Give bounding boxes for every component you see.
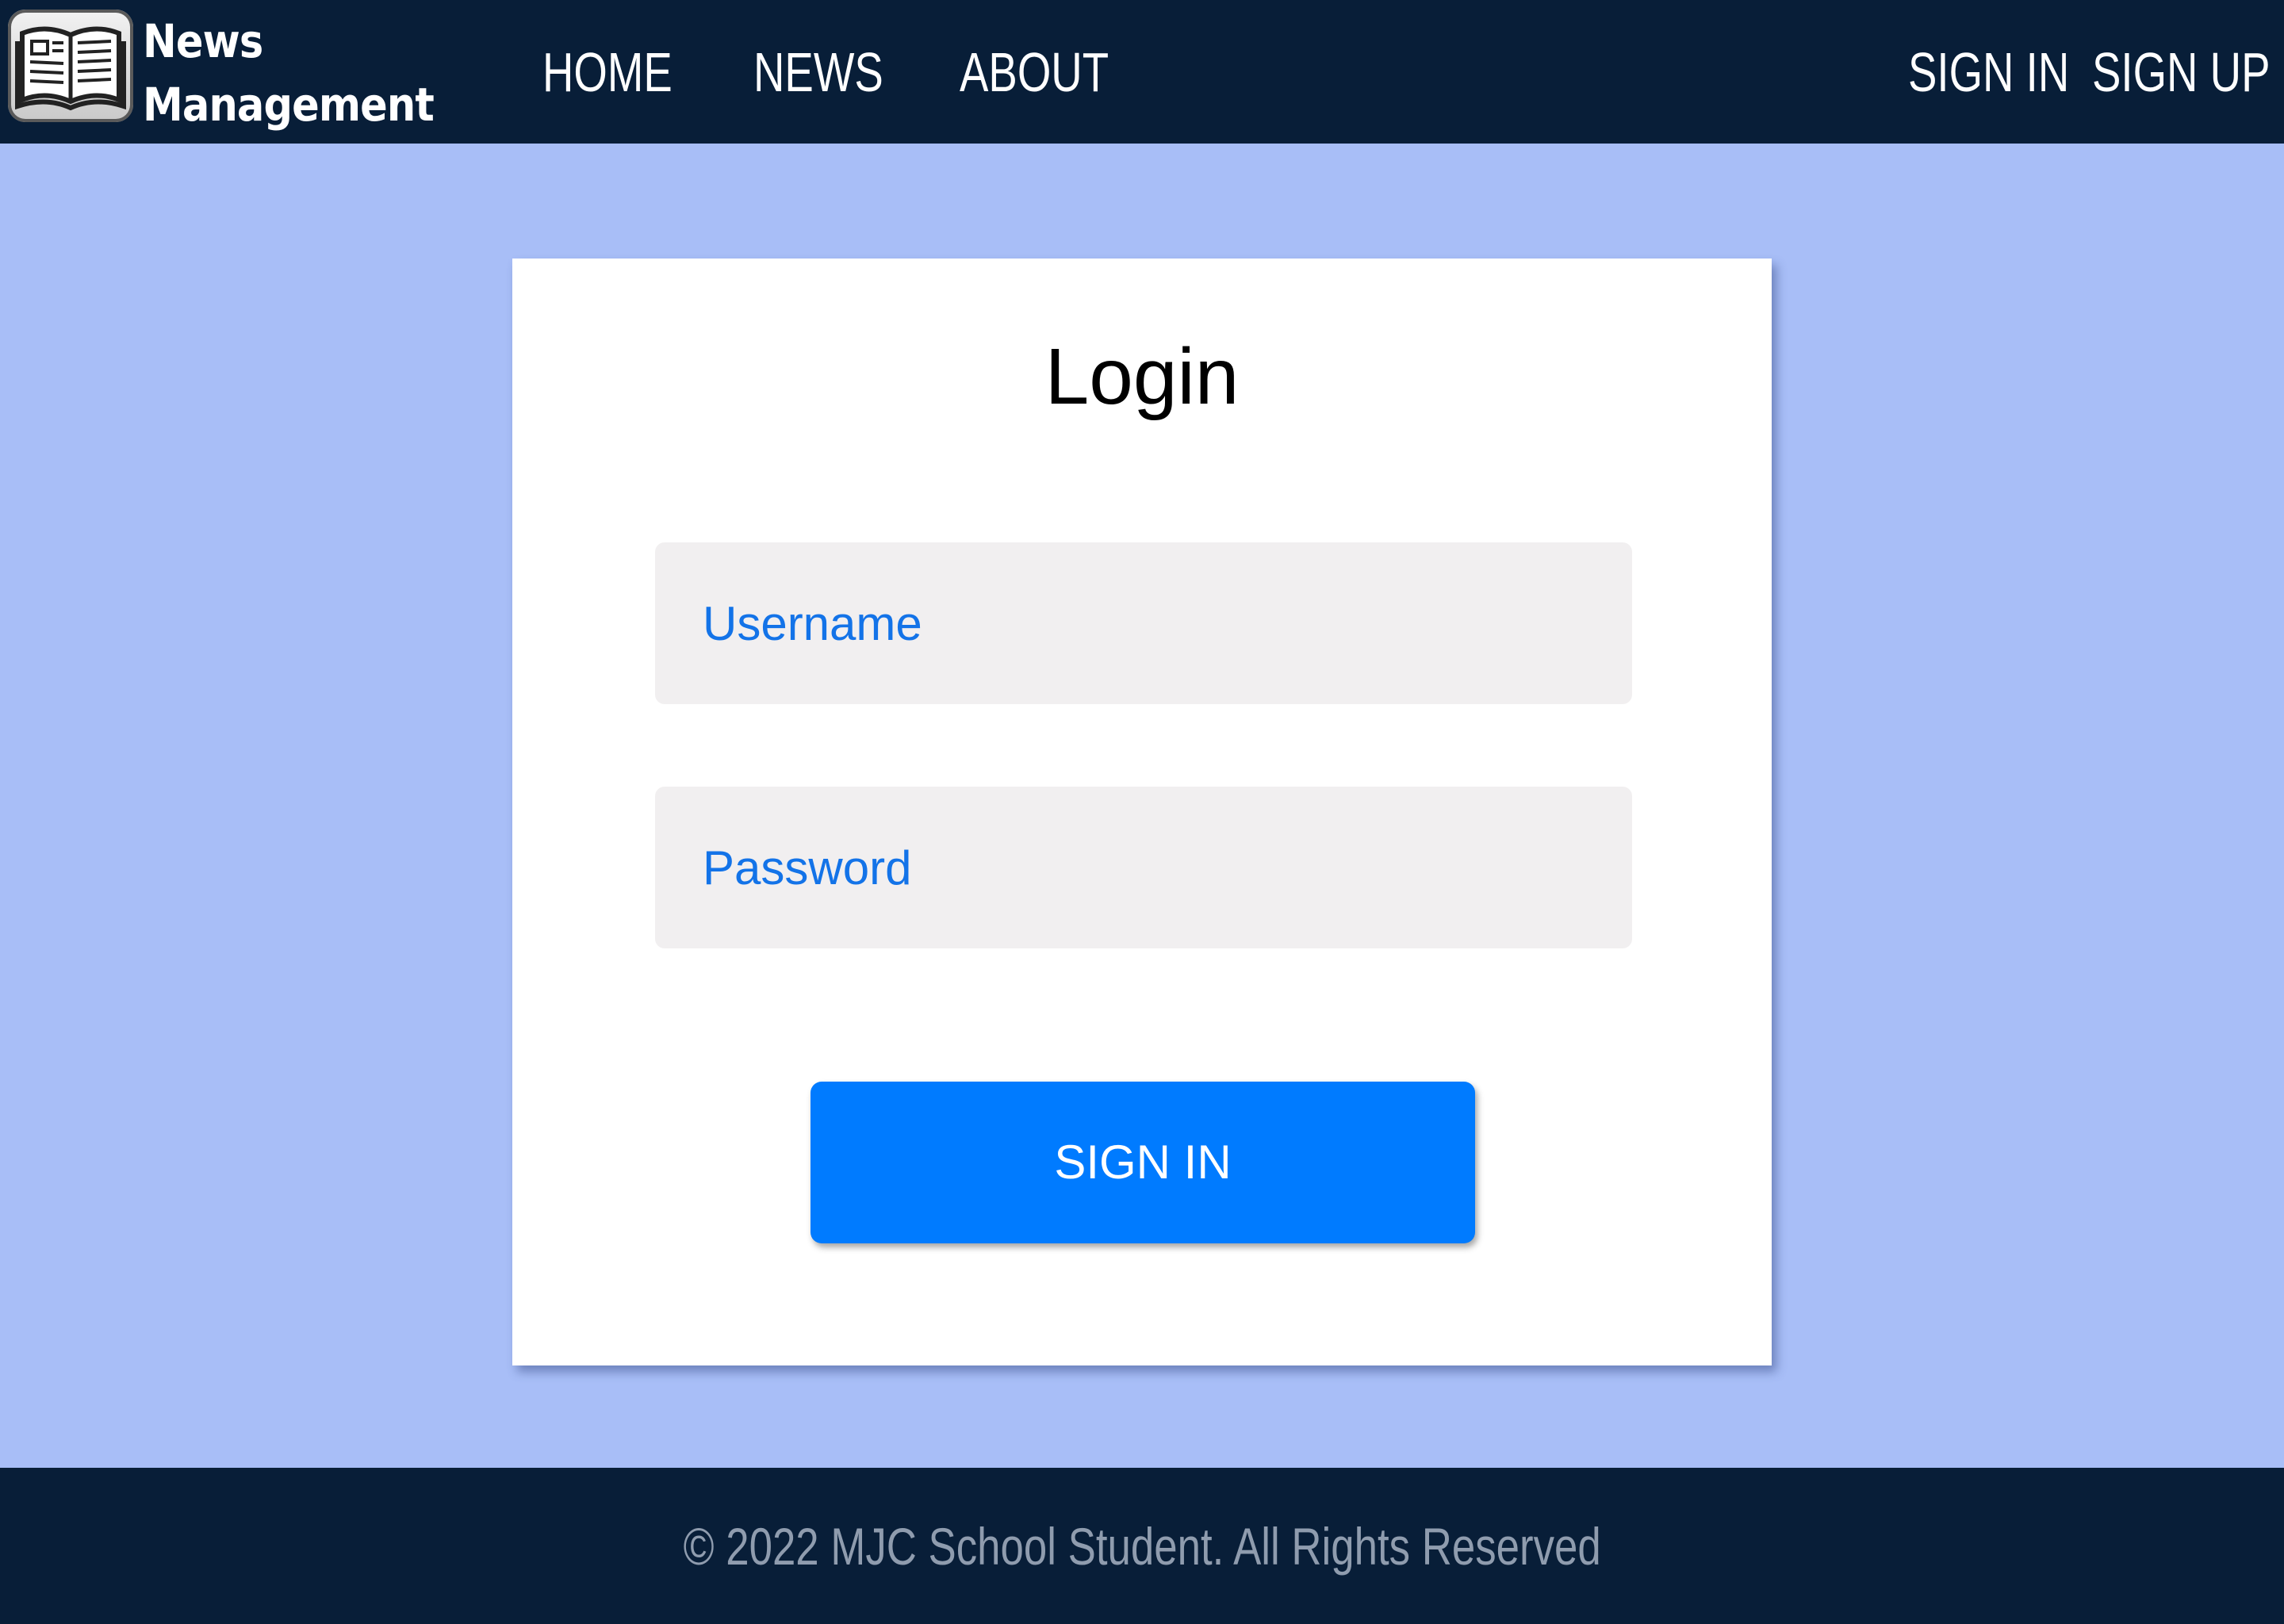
password-input[interactable] — [655, 787, 1632, 948]
nav-sign-up-link[interactable]: SIGN UP — [2092, 36, 2271, 108]
newspaper-icon[interactable] — [8, 10, 133, 122]
nav-news-link[interactable]: NEWS — [753, 36, 883, 108]
username-input[interactable] — [655, 542, 1632, 704]
nav-home-link[interactable]: HOME — [542, 36, 673, 108]
top-navbar: News Management HOME NEWS ABOUT SIGN IN … — [0, 0, 2284, 144]
brand-line-2: Management — [143, 78, 435, 132]
brand-name[interactable]: News Management — [143, 10, 435, 136]
nav-sign-in-link[interactable]: SIGN IN — [1908, 36, 2069, 108]
nav-about-link[interactable]: ABOUT — [960, 36, 1109, 108]
sign-in-button[interactable]: SIGN IN — [811, 1082, 1475, 1243]
login-title: Login — [1044, 332, 1240, 421]
footer-copyright-text: © 2022 MJC School Student. All Rights Re… — [683, 1517, 1601, 1576]
brand-line-1: News — [143, 14, 263, 68]
footer-copyright: © 2022 MJC School Student. All Rights Re… — [0, 1507, 2284, 1586]
